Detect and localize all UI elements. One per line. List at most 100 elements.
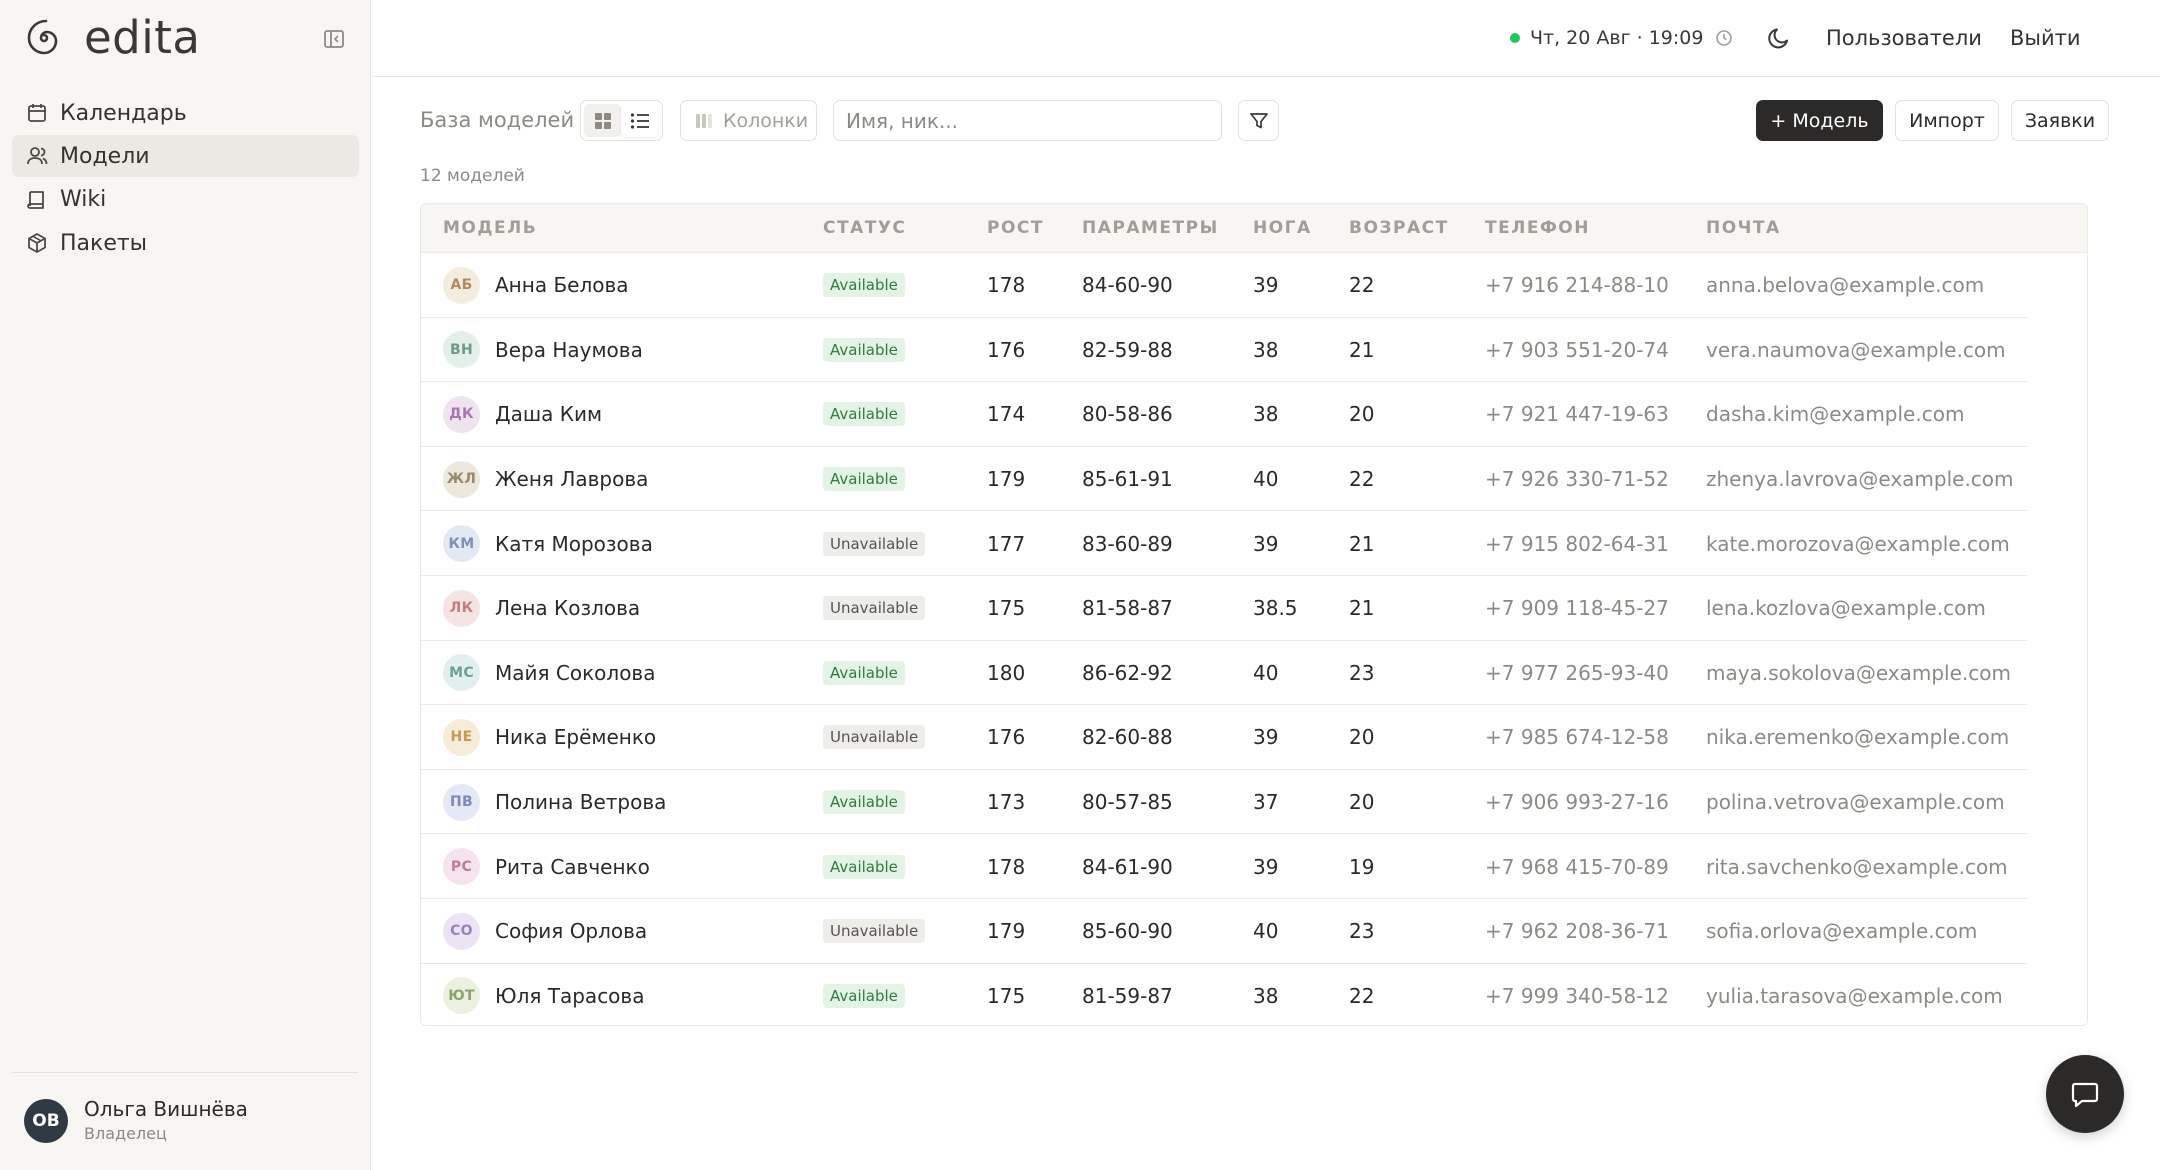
column-header-params[interactable]: ПАРАМЕТРЫ <box>1082 204 1219 253</box>
model-name[interactable]: Рита Савченко <box>495 855 650 879</box>
table-row[interactable]: НЕ Ника Ерёменко Unavailable 176 82-60-88 39 2… <box>421 705 2087 770</box>
age-cell: 22 <box>1349 983 1375 1008</box>
status-badge: Unavailable <box>823 531 926 556</box>
model-name[interactable]: Лена Козлова <box>495 596 640 620</box>
column-header-status[interactable]: СТАТУС <box>823 204 906 253</box>
add-model-button[interactable]: + Модель <box>1756 100 1883 141</box>
search-input[interactable] <box>833 100 1222 141</box>
sidebar-item-label: Календарь <box>60 100 187 126</box>
email-cell: lena.kozlova@example.com <box>1706 596 1986 621</box>
column-header-model[interactable]: МОДЕЛЬ <box>443 204 537 253</box>
logout-link[interactable]: Выйти <box>2010 24 2081 52</box>
model-name[interactable]: Юля Тарасова <box>495 984 644 1008</box>
users-icon <box>26 145 48 167</box>
column-header-email[interactable]: ПОЧТА <box>1706 204 1781 253</box>
status-badge: Available <box>823 402 905 427</box>
email-cell: sofia.orlova@example.com <box>1706 919 1978 944</box>
model-cell: НЕ Ника Ерёменко <box>443 705 656 770</box>
status-badge: Unavailable <box>823 596 926 621</box>
theme-toggle-moon-icon[interactable] <box>1766 25 1792 55</box>
column-header-foot[interactable]: НОГА <box>1253 204 1312 253</box>
foot-cell: 38 <box>1253 983 1279 1008</box>
user-role: Владелец <box>84 1124 167 1143</box>
table-row[interactable]: АБ Анна Белова Available 178 84-60-90 39 22 +7 … <box>421 253 2087 318</box>
table-row[interactable]: ЛК Лена Козлова Unavailable 175 81-58-87 38.5… <box>421 576 2087 641</box>
params-cell: 81-58-87 <box>1082 596 1173 621</box>
model-name[interactable]: Полина Ветрова <box>495 790 666 814</box>
status-cell: Unavailable <box>823 705 926 770</box>
logo[interactable]: edita <box>24 15 200 60</box>
table-row[interactable]: СО София Орлова Unavailable 179 85-60-90 40 23… <box>421 899 2087 964</box>
model-cell: АБ Анна Белова <box>443 253 629 318</box>
column-header-phone[interactable]: ТЕЛЕФОН <box>1485 204 1590 253</box>
model-name[interactable]: Катя Морозова <box>495 532 653 556</box>
foot-cell: 39 <box>1253 273 1279 298</box>
list-view-button[interactable] <box>621 104 658 137</box>
params-cell: 84-61-90 <box>1082 854 1173 879</box>
sidebar-item-calendar[interactable]: Календарь <box>12 92 359 134</box>
collapse-sidebar-button[interactable] <box>322 27 346 51</box>
height-cell: 176 <box>987 337 1026 362</box>
column-header-age[interactable]: ВОЗРАСТ <box>1349 204 1449 253</box>
age-cell: 19 <box>1349 854 1375 879</box>
columns-icon <box>696 113 712 128</box>
params-cell: 81-59-87 <box>1082 983 1173 1008</box>
avatar: ЛК <box>443 589 480 627</box>
column-header-height[interactable]: РОСТ <box>987 204 1044 253</box>
list-icon <box>630 112 649 129</box>
requests-button[interactable]: Заявки <box>2011 100 2109 141</box>
model-cell: ДК Даша Ким <box>443 382 602 447</box>
model-name[interactable]: Майя Соколова <box>495 661 655 685</box>
table-row[interactable]: КМ Катя Морозова Unavailable 177 83-60-89 39 2… <box>421 511 2087 576</box>
current-user[interactable]: ОВ Ольга Вишнёва Владелец <box>24 1097 248 1145</box>
table-row[interactable]: МС Майя Соколова Available 180 86-62-92 40 23 +… <box>421 641 2087 706</box>
filter-button[interactable] <box>1238 100 1279 141</box>
columns-button[interactable]: Колонки <box>680 100 817 141</box>
book-icon <box>26 189 48 211</box>
columns-label: Колонки <box>723 109 809 132</box>
age-cell: 22 <box>1349 273 1375 298</box>
model-name[interactable]: Ника Ерёменко <box>495 725 656 749</box>
avatar: НЕ <box>443 718 480 756</box>
table-row[interactable]: ЮТ Юля Тарасова Available 175 81-59-87 38 22 +7… <box>421 964 2087 1025</box>
chat-button[interactable] <box>2046 1055 2124 1133</box>
users-link[interactable]: Пользователи <box>1826 24 1982 52</box>
model-cell: ЮТ Юля Тарасова <box>443 964 644 1025</box>
model-cell: ВН Вера Наумова <box>443 318 643 383</box>
email-cell: rita.savchenko@example.com <box>1706 854 2008 879</box>
email-cell: kate.morozova@example.com <box>1706 531 2010 556</box>
table-row[interactable]: ЖЛ Женя Лаврова Available 179 85-61-91 40 22 +7… <box>421 447 2087 512</box>
foot-cell: 40 <box>1253 660 1279 685</box>
model-name[interactable]: София Орлова <box>495 919 647 943</box>
table-row[interactable]: РС Рита Савченко Available 178 84-61-90 39 19 +… <box>421 834 2087 899</box>
height-cell: 175 <box>987 983 1026 1008</box>
model-name[interactable]: Анна Белова <box>495 273 629 297</box>
sidebar-item-wiki[interactable]: Wiki <box>12 179 359 221</box>
table-row[interactable]: ВН Вера Наумова Available 176 82-59-88 38 21 +7… <box>421 318 2087 383</box>
model-name[interactable]: Женя Лаврова <box>495 467 648 491</box>
table-row[interactable]: ДК Даша Ким Available 174 80-58-86 38 20 +7 921… <box>421 382 2087 447</box>
model-name[interactable]: Даша Ким <box>495 402 602 426</box>
view-toggle <box>580 100 663 141</box>
model-cell: КМ Катя Морозова <box>443 511 653 576</box>
status-cell: Unavailable <box>823 899 926 964</box>
sidebar-item-packages[interactable]: Пакеты <box>12 222 359 264</box>
sidebar-item-models[interactable]: Модели <box>12 135 359 178</box>
age-cell: 23 <box>1349 919 1375 944</box>
avatar: ВН <box>443 331 480 369</box>
email-cell: nika.eremenko@example.com <box>1706 725 2010 750</box>
grid-view-button[interactable] <box>584 104 621 137</box>
phone-cell: +7 903 551-20-74 <box>1485 337 1669 362</box>
models-count: 12 моделей <box>420 166 525 186</box>
model-name[interactable]: Вера Наумова <box>495 338 643 362</box>
foot-cell: 37 <box>1253 790 1279 815</box>
params-cell: 85-60-90 <box>1082 919 1173 944</box>
params-cell: 82-59-88 <box>1082 337 1173 362</box>
package-icon <box>26 232 48 254</box>
table-row[interactable]: ПВ Полина Ветрова Available 173 80-57-85 37 20… <box>421 770 2087 835</box>
phone-cell: +7 977 265-93-40 <box>1485 660 1669 685</box>
status-cell: Available <box>823 964 905 1025</box>
age-cell: 21 <box>1349 337 1375 362</box>
calendar-icon <box>26 102 48 124</box>
import-button[interactable]: Импорт <box>1895 100 1999 141</box>
